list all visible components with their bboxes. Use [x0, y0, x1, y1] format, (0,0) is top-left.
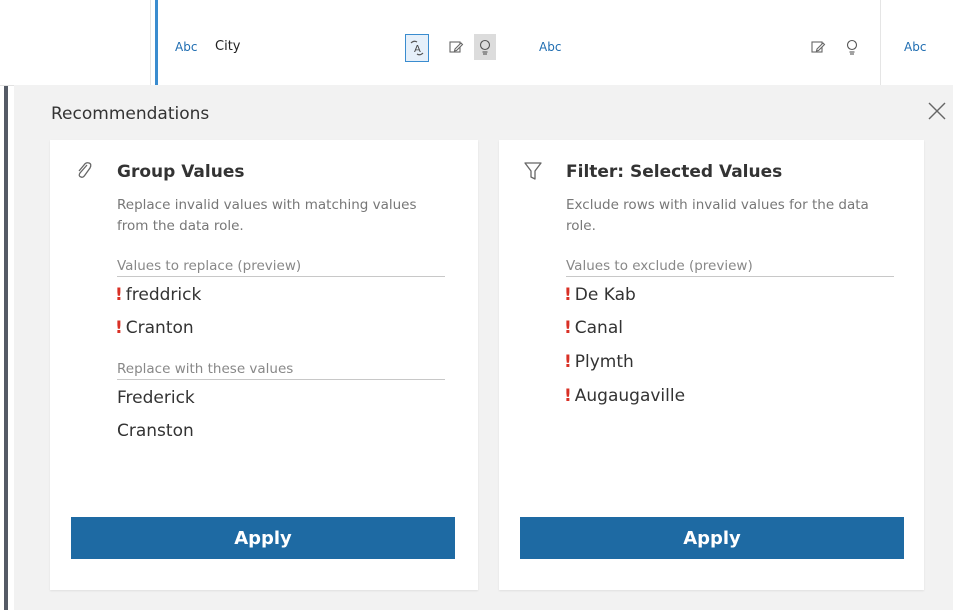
edit-icon[interactable] — [445, 34, 467, 60]
invalid-value-icon: ! — [564, 386, 572, 406]
lightbulb-icon[interactable] — [474, 34, 496, 60]
invalid-value-item: ! Canal — [564, 318, 623, 338]
invalid-value-text: De Kab — [574, 285, 636, 305]
invalid-value-icon: ! — [115, 285, 123, 305]
column-header-2[interactable]: Abc — [515, 0, 881, 85]
filter-selected-values-card: Filter: Selected Values Exclude rows wit… — [499, 140, 924, 590]
invalid-value-text: Canal — [574, 318, 623, 338]
card-title: Filter: Selected Values — [566, 162, 783, 182]
recommendations-panel: Recommendations Group Values Replace inv… — [14, 85, 953, 610]
close-icon[interactable] — [925, 99, 949, 123]
invalid-value-text: Cranton — [125, 318, 194, 338]
data-type-label: Abc — [904, 40, 927, 54]
apply-button[interactable]: Apply — [71, 517, 455, 559]
card-title: Group Values — [117, 162, 245, 182]
column-header-strip: Abc City A Abc Abc — [0, 0, 953, 86]
card-description: Exclude rows with invalid values for the… — [566, 197, 869, 234]
lightbulb-icon[interactable] — [841, 34, 863, 60]
invalid-value-icon: ! — [564, 352, 572, 372]
invalid-value-item: ! Augaugaville — [564, 386, 685, 406]
apply-button[interactable]: Apply — [520, 517, 904, 559]
section-label-values-to-exclude: Values to exclude (preview) — [566, 258, 894, 277]
data-type-label: Abc — [175, 40, 198, 54]
card-description: Replace invalid values with matching val… — [117, 197, 417, 234]
group-values-card: Group Values Replace invalid values with… — [50, 140, 478, 590]
invalid-value-item: ! freddrick — [115, 285, 201, 305]
invalid-value-text: Augaugaville — [574, 386, 686, 406]
column-header-blank — [8, 0, 151, 85]
panel-title: Recommendations — [51, 104, 210, 124]
left-edge-bar — [0, 0, 8, 610]
paperclip-icon — [74, 160, 94, 182]
filter-icon — [523, 160, 543, 182]
invalid-value-icon: ! — [564, 285, 572, 305]
invalid-value-item: ! De Kab — [564, 285, 636, 305]
column-header-3[interactable]: Abc — [890, 0, 953, 85]
field-name-city[interactable]: City — [215, 39, 240, 54]
edit-icon[interactable] — [807, 34, 829, 60]
section-label-replace-with: Replace with these values — [117, 361, 445, 380]
data-role-icon[interactable]: A — [405, 34, 429, 62]
svg-text:A: A — [414, 44, 421, 55]
data-type-label: Abc — [539, 40, 562, 54]
invalid-value-icon: ! — [115, 318, 123, 338]
replacement-value-item: Frederick — [117, 388, 195, 408]
column-header-city[interactable]: Abc City A — [155, 0, 518, 85]
invalid-value-item: ! Plymth — [564, 352, 634, 372]
invalid-value-icon: ! — [564, 318, 572, 338]
invalid-value-item: ! Cranton — [115, 318, 194, 338]
replacement-value-item: Cranston — [117, 421, 194, 441]
invalid-value-text: Plymth — [574, 352, 634, 372]
invalid-value-text: freddrick — [125, 285, 202, 305]
section-label-values-to-replace: Values to replace (preview) — [117, 258, 445, 277]
